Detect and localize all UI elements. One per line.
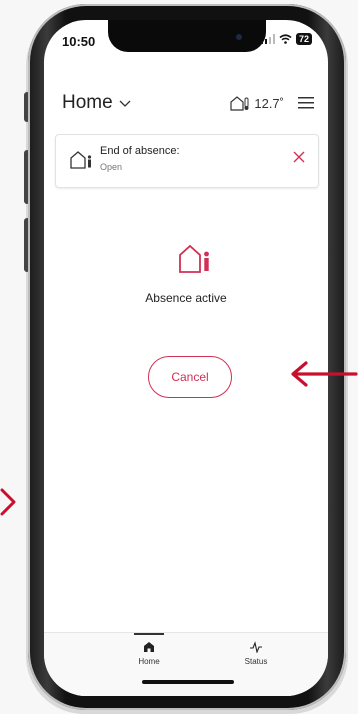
active-tab-indicator [134, 633, 164, 635]
absence-card: End of absence: Open [55, 134, 319, 188]
phone-screen: 10:50 72 Home 12.7˚ End of absence: Open… [44, 20, 328, 696]
absence-house-person-icon [179, 244, 209, 273]
status-icons: 72 [260, 33, 312, 45]
house-icon [144, 642, 154, 652]
left-annotation-arrow-icon [0, 488, 16, 516]
home-selector-label[interactable]: Home [62, 92, 113, 114]
hamburger-menu-icon[interactable] [298, 97, 314, 109]
status-time: 10:50 [62, 34, 96, 49]
temperature-value: 12.7˚ [254, 95, 284, 111]
tab-status[interactable]: Status [226, 641, 286, 666]
tab-home-label: Home [138, 657, 160, 666]
chevron-down-icon[interactable] [119, 100, 131, 108]
home-indicator [142, 680, 234, 684]
header: Home 12.7˚ [62, 90, 314, 116]
absence-status-label: Absence active [145, 291, 227, 305]
pulse-icon [250, 641, 262, 654]
wifi-icon [279, 34, 292, 44]
house-person-icon [70, 151, 92, 169]
right-annotation-arrow-icon [291, 361, 358, 387]
cancel-button[interactable]: Cancel [148, 356, 232, 398]
tab-home[interactable]: Home [119, 641, 179, 666]
tab-status-label: Status [244, 657, 268, 666]
camera-dot [236, 34, 242, 40]
outdoor-temperature[interactable]: 12.7˚ [230, 95, 284, 111]
tab-bar: Home Status [44, 632, 328, 696]
absence-card-subtitle: Open [100, 162, 123, 172]
battery-indicator: 72 [295, 33, 312, 45]
house-thermometer-icon [230, 96, 249, 111]
notch [108, 20, 266, 52]
absence-card-title: End of absence: [100, 145, 180, 157]
close-icon[interactable] [292, 150, 306, 164]
signal-icon [260, 34, 275, 44]
